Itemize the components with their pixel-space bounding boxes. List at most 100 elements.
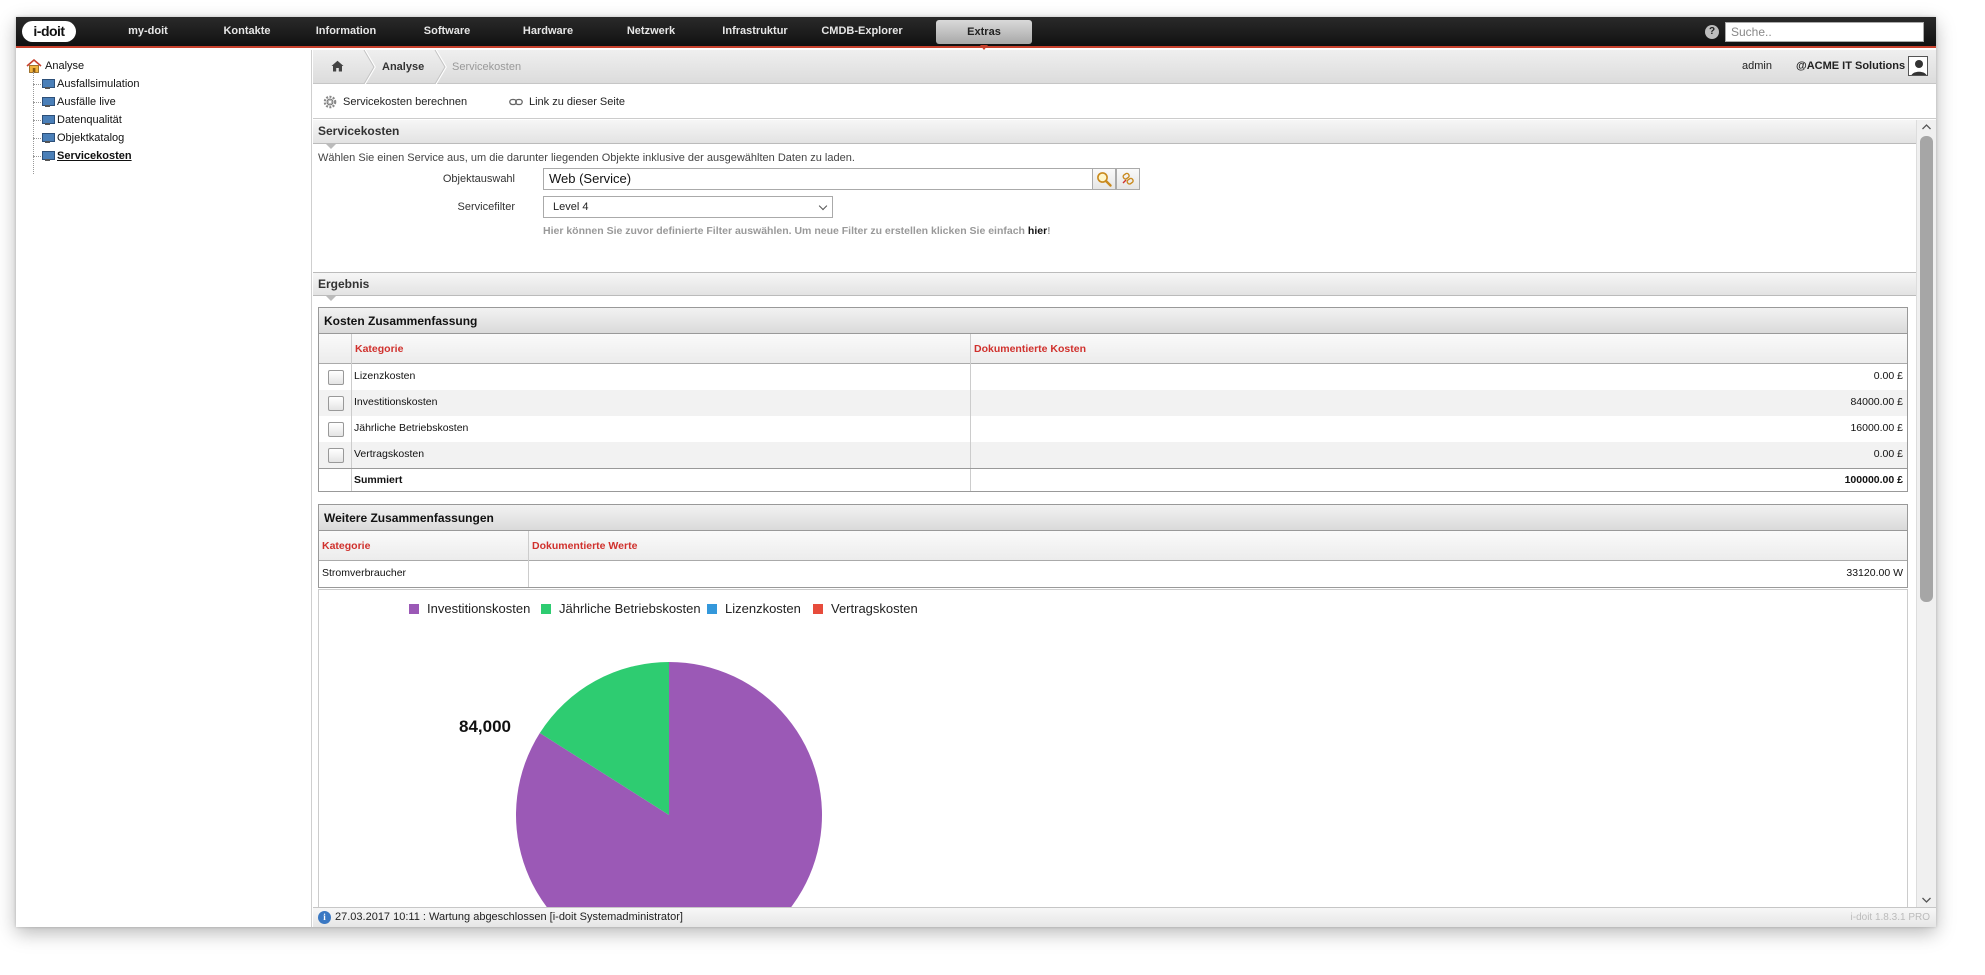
sidebar-item-servicekosten[interactable]: Servicekosten — [33, 148, 132, 164]
row-checkbox[interactable] — [328, 422, 344, 437]
table-row: Vertragskosten 0.00 £ — [319, 442, 1907, 468]
nav-extras[interactable]: Extras — [936, 20, 1032, 50]
legend-item[interactable]: Vertragskosten — [813, 601, 918, 616]
column-header-kategorie[interactable]: Kategorie — [351, 334, 970, 364]
table-row: Lizenzkosten 0.00 £ — [319, 364, 1907, 390]
legend-label: Lizenzkosten — [725, 601, 801, 616]
legend-label: Vertragskosten — [831, 601, 918, 616]
nav-infrastruktur[interactable]: Infrastruktur — [708, 17, 802, 46]
cost-summary-table: Kosten Zusammenfassung Kategorie Dokumen… — [318, 307, 1908, 492]
cell-cost: 0.00 £ — [1873, 448, 1903, 460]
legend-label: Investitionskosten — [427, 601, 531, 616]
table-row: Investitionskosten 84000.00 £ — [319, 390, 1907, 416]
user-name[interactable]: admin — [1742, 50, 1772, 83]
section-ergebnis-title: Ergebnis — [313, 272, 1916, 301]
nav-software[interactable]: Software — [404, 17, 490, 46]
object-detach-button[interactable] — [1116, 168, 1140, 190]
sidebar-root-analyse[interactable]: Analyse — [26, 58, 84, 74]
breadcrumb-separator — [434, 50, 447, 84]
service-filter-value: Level 4 — [553, 201, 589, 213]
legend-swatch — [707, 603, 717, 614]
content-area: Servicekosten Wählen Sie einen Service a… — [313, 120, 1916, 907]
chevron-down-icon — [818, 201, 828, 211]
version-label: i-doit 1.8.3.1 PRO — [1850, 912, 1930, 923]
info-icon: i — [318, 911, 331, 924]
create-filter-link[interactable]: hier — [1028, 225, 1047, 237]
sidebar-item-datenqualitaet[interactable]: Datenqualität — [33, 112, 122, 128]
nav-my-doit[interactable]: my-doit — [98, 17, 198, 46]
servicekosten-intro: Wählen Sie einen Service aus, um die dar… — [318, 152, 855, 164]
nav-information[interactable]: Information — [296, 17, 396, 46]
nav-netzwerk[interactable]: Netzwerk — [606, 17, 696, 46]
link-icon — [509, 98, 523, 106]
nav-hardware[interactable]: Hardware — [502, 17, 594, 46]
sidebar-item-ausfaelle-live[interactable]: Ausfälle live — [33, 94, 116, 110]
sidebar-item-label: Ausfallsimulation — [57, 78, 140, 90]
status-bar: i 27.03.2017 10:11 : Wartung abgeschloss… — [313, 907, 1936, 927]
magnifier-icon — [1097, 172, 1112, 187]
page-link-label: Link zu dieser Seite — [529, 96, 625, 108]
monitor-icon — [42, 115, 55, 125]
scroll-thumb[interactable] — [1920, 136, 1933, 602]
breadcrumb: Analyse Servicekosten admin @ACME IT Sol… — [313, 50, 1936, 84]
status-message: 27.03.2017 10:11 : Wartung abgeschlossen… — [335, 911, 683, 923]
breadcrumb-separator — [363, 50, 376, 84]
table-row: Jährliche Betriebskosten 16000.00 £ — [319, 416, 1907, 442]
home-icon — [26, 59, 42, 73]
scroll-up-icon[interactable] — [1917, 120, 1936, 134]
user-company[interactable]: @ACME IT Solutions — [1796, 50, 1905, 83]
legend-item[interactable]: Jährliche Betriebskosten — [541, 601, 701, 616]
help-icon[interactable]: ? — [1705, 25, 1719, 39]
monitor-icon — [42, 133, 55, 143]
breadcrumb-analyse[interactable]: Analyse — [382, 50, 424, 84]
cell-category: Stromverbraucher — [322, 567, 407, 579]
legend-swatch — [541, 603, 551, 614]
user-icon — [1911, 60, 1927, 75]
sidebar: Analyse Ausfallsimulation Ausfälle live … — [16, 50, 312, 927]
further-summary-table: Weitere Zusammenfassungen Kategorie Doku… — [318, 504, 1908, 588]
search-input[interactable] — [1725, 22, 1924, 42]
page-link-button[interactable]: Link zu dieser Seite — [509, 85, 625, 119]
further-summary-title: Weitere Zusammenfassungen — [319, 505, 1907, 531]
sidebar-item-objektkatalog[interactable]: Objektkatalog — [33, 130, 124, 146]
calculate-costs-button[interactable]: Servicekosten berechnen — [323, 85, 467, 119]
home-icon[interactable] — [331, 60, 344, 72]
total-label: Summiert — [354, 474, 403, 486]
idoit-logo[interactable]: i-doit — [22, 21, 76, 42]
column-header-kosten[interactable]: Dokumentierte Kosten — [970, 334, 1907, 364]
row-checkbox[interactable] — [328, 448, 344, 463]
sidebar-root-label: Analyse — [45, 60, 85, 72]
avatar[interactable] — [1908, 56, 1928, 76]
top-navigation: i-doit my-doit Kontakte Information Soft… — [16, 17, 1936, 50]
breadcrumb-current: Servicekosten — [452, 61, 522, 73]
column-header-werte[interactable]: Dokumentierte Werte — [528, 531, 1907, 561]
scrollbar[interactable] — [1916, 120, 1936, 907]
table-row: Stromverbraucher 33120.00 W — [319, 561, 1907, 587]
monitor-icon — [42, 79, 55, 89]
cell-category: Lizenzkosten — [354, 370, 416, 382]
unlink-icon — [1122, 172, 1134, 185]
further-summary-header: Kategorie Dokumentierte Werte — [319, 531, 1907, 561]
column-header-kategorie[interactable]: Kategorie — [319, 531, 528, 561]
nav-cmdb-explorer[interactable]: CMDB-Explorer — [812, 17, 912, 46]
scroll-down-icon[interactable] — [1917, 893, 1936, 907]
app-window: i-doit my-doit Kontakte Information Soft… — [16, 17, 1936, 927]
sidebar-item-ausfallsimulation[interactable]: Ausfallsimulation — [33, 76, 140, 92]
object-select-field[interactable]: Web (Service) — [543, 168, 1093, 190]
service-filter-select[interactable]: Level 4 — [543, 196, 833, 218]
cell-cost: 0.00 £ — [1873, 370, 1903, 382]
pie-data-label: 84,000 — [459, 717, 511, 736]
row-checkbox[interactable] — [328, 370, 344, 385]
monitor-icon — [42, 97, 55, 107]
legend-label: Jährliche Betriebskosten — [559, 601, 701, 616]
nav-kontakte[interactable]: Kontakte — [206, 17, 288, 46]
object-search-button[interactable] — [1092, 168, 1116, 190]
total-value: 100000.00 £ — [1844, 474, 1903, 486]
monitor-icon — [42, 151, 55, 161]
legend-item[interactable]: Investitionskosten — [409, 601, 530, 616]
row-checkbox[interactable] — [328, 396, 344, 411]
cell-cost: 84000.00 £ — [1850, 396, 1903, 408]
cell-cost: 16000.00 £ — [1850, 422, 1903, 434]
cell-category: Jährliche Betriebskosten — [354, 422, 469, 434]
legend-item[interactable]: Lizenzkosten — [707, 601, 801, 616]
